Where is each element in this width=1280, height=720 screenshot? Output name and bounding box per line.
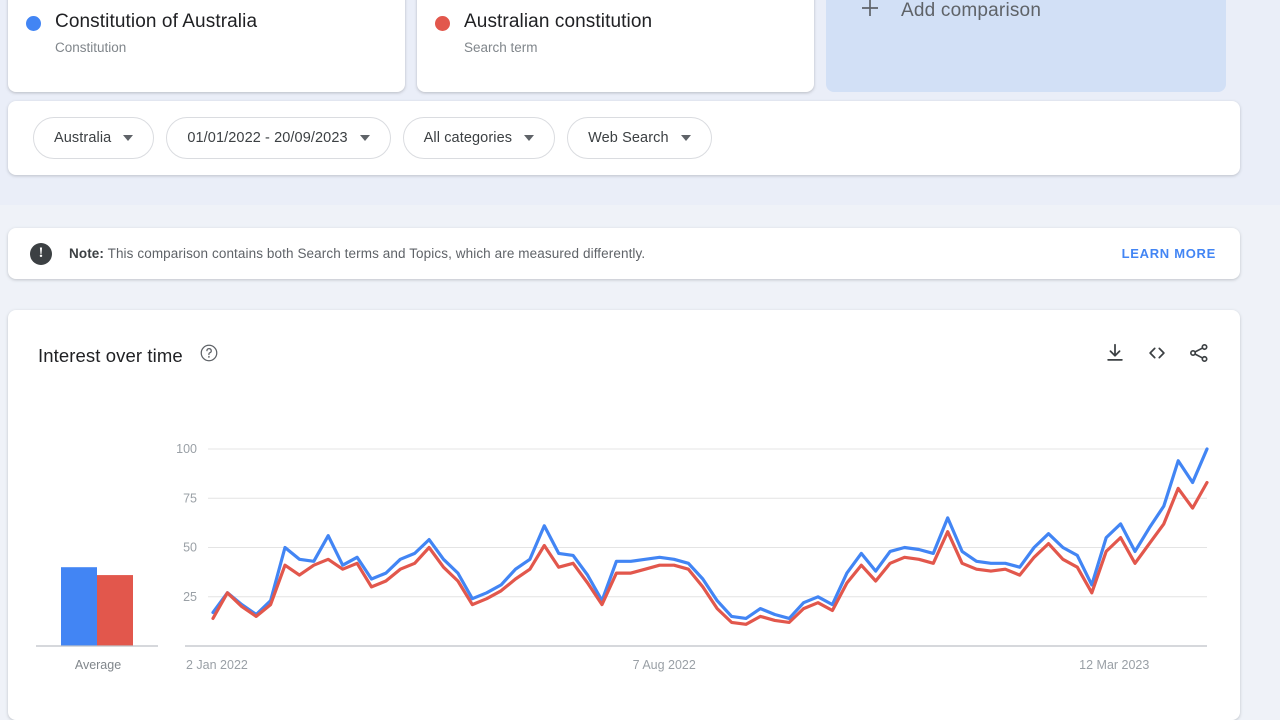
region-filter[interactable]: Australia <box>33 117 155 159</box>
search-term-title: Australian constitution <box>464 11 653 32</box>
average-bar-1[interactable] <box>97 575 133 646</box>
learn-more-link[interactable]: LEARN MORE <box>1122 246 1216 261</box>
series-line-1[interactable] <box>211 480 1209 626</box>
category-filter-label: All categories <box>423 130 513 146</box>
plus-icon <box>860 0 880 23</box>
chart-plot-area[interactable]: 25 50 75 100 2 Jan 2022 7 Aug 2022 12 Mar 2023… <box>8 369 1240 699</box>
help-circle-icon[interactable] <box>199 343 219 368</box>
exclamation-icon: ! <box>30 242 52 265</box>
chart-header: Interest over time <box>8 310 1240 369</box>
add-comparison-label: Add comparison <box>901 0 1042 21</box>
search-term-subtitle: Constitution <box>55 40 127 55</box>
chevron-down-icon <box>524 135 535 141</box>
embed-code-icon[interactable] <box>1146 342 1168 369</box>
average-bar-0[interactable] <box>61 567 97 646</box>
y-axis-tick-label: 75 <box>183 491 197 505</box>
download-icon[interactable] <box>1104 342 1126 369</box>
search-term-card-1[interactable]: Australian constitution Search term <box>417 0 814 92</box>
y-axis-tick-label: 100 <box>176 442 197 456</box>
search-term-title: Constitution of Australia <box>55 11 258 32</box>
chart-actions <box>1104 342 1210 369</box>
y-axis-tick-label: 50 <box>183 541 197 555</box>
average-label: Average <box>75 658 121 672</box>
page-title: Interest over time <box>38 344 183 366</box>
date-range-filter[interactable]: 01/01/2022 - 20/09/2023 <box>166 117 391 159</box>
search-type-filter[interactable]: Web Search <box>567 117 712 159</box>
legend-dot-blue <box>26 16 41 31</box>
x-axis-tick-label: 2 Jan 2022 <box>186 658 248 672</box>
search-term-card-0[interactable]: Constitution of Australia Constitution <box>8 0 405 92</box>
x-axis-tick-label: 12 Mar 2023 <box>1079 658 1149 672</box>
x-axis-tick-label: 7 Aug 2022 <box>633 658 696 672</box>
search-type-filter-label: Web Search <box>588 130 669 146</box>
interest-over-time-chart[interactable]: 25 50 75 100 2 Jan 2022 7 Aug 2022 12 Mar 2023… <box>8 369 1240 699</box>
chevron-down-icon <box>123 135 134 141</box>
search-terms-row: Constitution of Australia Constitution A… <box>8 0 1240 92</box>
note-body: This comparison contains both Search ter… <box>104 246 646 261</box>
filter-bar: Australia 01/01/2022 - 20/09/2023 All ca… <box>8 101 1240 175</box>
date-range-filter-label: 01/01/2022 - 20/09/2023 <box>187 130 348 146</box>
note-prefix: Note: <box>69 246 104 261</box>
series-line-0[interactable] <box>211 447 1209 620</box>
chevron-down-icon <box>680 135 691 141</box>
region-filter-label: Australia <box>54 130 112 146</box>
chevron-down-icon <box>359 135 370 141</box>
legend-dot-red <box>435 16 450 31</box>
note-text: Note: This comparison contains both Sear… <box>69 246 645 261</box>
search-term-subtitle: Search term <box>464 40 538 55</box>
interest-over-time-card: Interest over time 25 50 75 100 2 Jan 20… <box>8 310 1240 720</box>
category-filter[interactable]: All categories <box>402 117 556 159</box>
add-comparison-button[interactable]: Add comparison <box>826 0 1226 92</box>
note-banner: ! Note: This comparison contains both Se… <box>8 228 1240 279</box>
share-icon[interactable] <box>1188 342 1210 369</box>
y-axis-tick-label: 25 <box>183 590 197 604</box>
